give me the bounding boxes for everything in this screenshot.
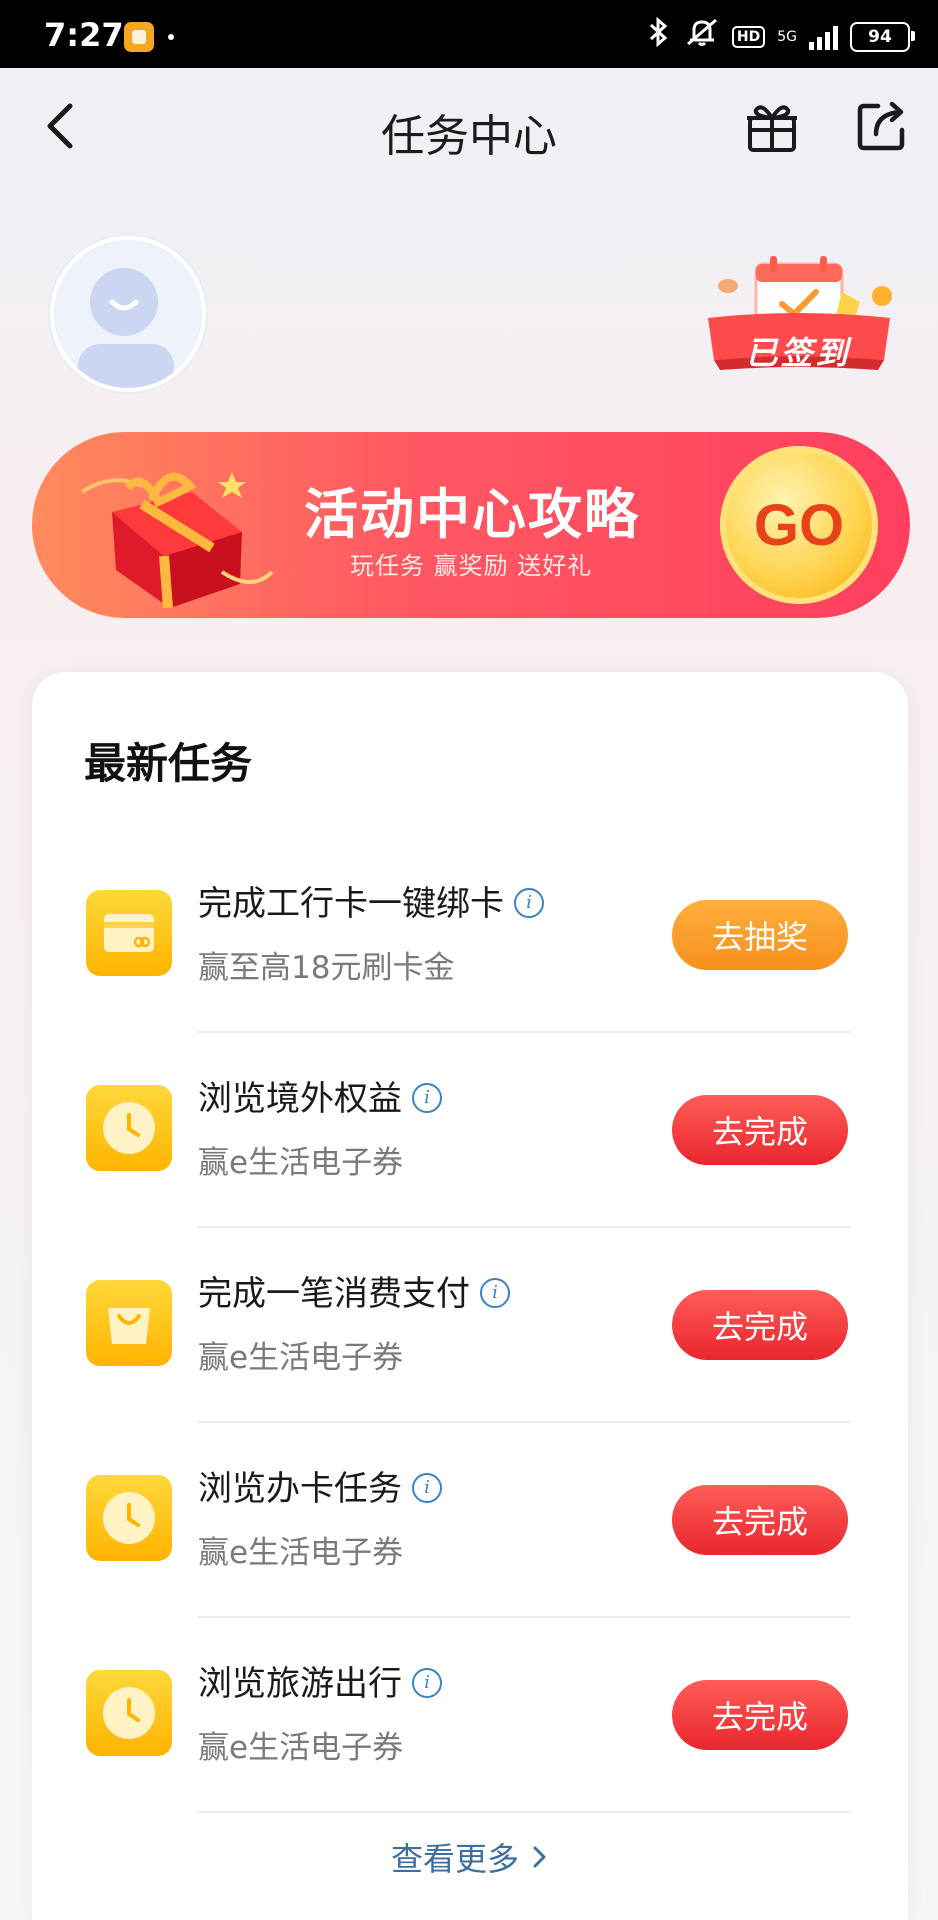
gift-icon — [747, 105, 797, 152]
task-name: 完成一笔消费支付 i — [198, 1266, 510, 1315]
info-icon[interactable]: i — [412, 1472, 442, 1503]
clock-icon — [86, 1670, 172, 1756]
info-icon[interactable]: i — [412, 1082, 442, 1113]
task-name-text: 浏览办卡任务 — [198, 1469, 402, 1509]
gift-button[interactable] — [744, 98, 800, 154]
task-row: 浏览办卡任务 i 赢e生活电子券 去完成 — [32, 1423, 908, 1618]
info-icon[interactable]: i — [514, 887, 544, 918]
task-name-text: 浏览旅游出行 — [198, 1664, 402, 1704]
clock-icon — [86, 1475, 172, 1561]
bluetooth-icon — [646, 16, 672, 57]
activity-banner[interactable]: 活动中心攻略 玩任务 赢奖励 送好礼 GO — [32, 432, 910, 618]
status-time: 7:27 — [44, 16, 124, 54]
banner-subtitle: 玩任务 赢奖励 送好礼 — [350, 552, 593, 580]
notification-app-icon — [124, 22, 154, 52]
tasks-card: 最新任务 完成工行卡一键绑卡 i 赢至高18元刷卡金 去抽奖 浏览境外权益 i 赢e… — [32, 672, 908, 1920]
task-row: 完成一笔消费支付 i 赢e生活电子券 去完成 — [32, 1228, 908, 1423]
task-reward: 赢e生活电子券 — [198, 1145, 404, 1181]
nav-header: 任务中心 — [0, 68, 938, 188]
shopping-bag-icon — [86, 1280, 172, 1366]
task-row: 浏览旅游出行 i 赢e生活电子券 去完成 — [32, 1618, 908, 1813]
network-type: 5G — [777, 30, 797, 44]
task-name-text: 完成工行卡一键绑卡 — [198, 884, 504, 924]
task-name: 浏览旅游出行 i — [198, 1656, 442, 1705]
checkin-badge[interactable]: 已签到 — [698, 252, 898, 382]
task-list: 完成工行卡一键绑卡 i 赢至高18元刷卡金 去抽奖 浏览境外权益 i 赢e生活电子券… — [32, 838, 908, 1813]
status-icons: HD 5G 94 — [646, 16, 915, 57]
task-reward: 赢e生活电子券 — [198, 1730, 404, 1766]
task-name-text: 浏览境外权益 — [198, 1079, 402, 1119]
banner-title: 活动中心攻略 — [304, 483, 640, 546]
section-title: 最新任务 — [84, 739, 253, 788]
lottery-button[interactable]: 去抽奖 — [672, 900, 848, 970]
task-row: 完成工行卡一键绑卡 i 赢至高18元刷卡金 去抽奖 — [32, 838, 908, 1033]
task-reward: 赢e生活电子券 — [198, 1535, 404, 1571]
chevron-right-icon — [531, 1840, 549, 1878]
complete-button[interactable]: 去完成 — [672, 1485, 848, 1555]
mute-icon — [684, 16, 720, 57]
task-name: 浏览境外权益 i — [198, 1071, 442, 1120]
checkin-label: 已签到 — [745, 334, 851, 372]
view-more-label: 查看更多 — [390, 1840, 519, 1878]
status-bar: 7:27 HD 5G 94 — [0, 0, 938, 68]
hd-icon: HD — [731, 25, 766, 48]
info-icon[interactable]: i — [412, 1667, 442, 1698]
info-icon[interactable]: i — [480, 1277, 510, 1308]
battery-icon: 94 — [850, 21, 915, 52]
card-icon — [86, 890, 172, 976]
battery-level: 94 — [868, 26, 892, 47]
task-reward: 赢e生活电子券 — [198, 1340, 404, 1376]
task-name: 完成工行卡一键绑卡 i — [198, 876, 544, 925]
go-button[interactable]: GO — [720, 446, 878, 604]
view-more-link[interactable]: 查看更多 — [32, 1834, 908, 1880]
share-button[interactable] — [854, 98, 910, 154]
task-name-text: 完成一笔消费支付 — [198, 1274, 470, 1314]
task-name: 浏览办卡任务 i — [198, 1461, 442, 1510]
complete-button[interactable]: 去完成 — [672, 1680, 848, 1750]
gift-box-icon — [80, 472, 274, 609]
share-icon — [857, 101, 905, 151]
network-label: 5G — [777, 28, 797, 45]
signal-icon — [809, 24, 838, 50]
task-reward: 赢至高18元刷卡金 — [198, 950, 455, 986]
clock-icon — [86, 1085, 172, 1171]
complete-button[interactable]: 去完成 — [672, 1095, 848, 1165]
task-row: 浏览境外权益 i 赢e生活电子券 去完成 — [32, 1033, 908, 1228]
notification-dot-icon — [168, 34, 174, 40]
user-avatar-icon — [54, 240, 202, 388]
avatar[interactable] — [50, 236, 206, 392]
divider — [198, 1811, 850, 1813]
complete-button[interactable]: 去完成 — [672, 1290, 848, 1360]
